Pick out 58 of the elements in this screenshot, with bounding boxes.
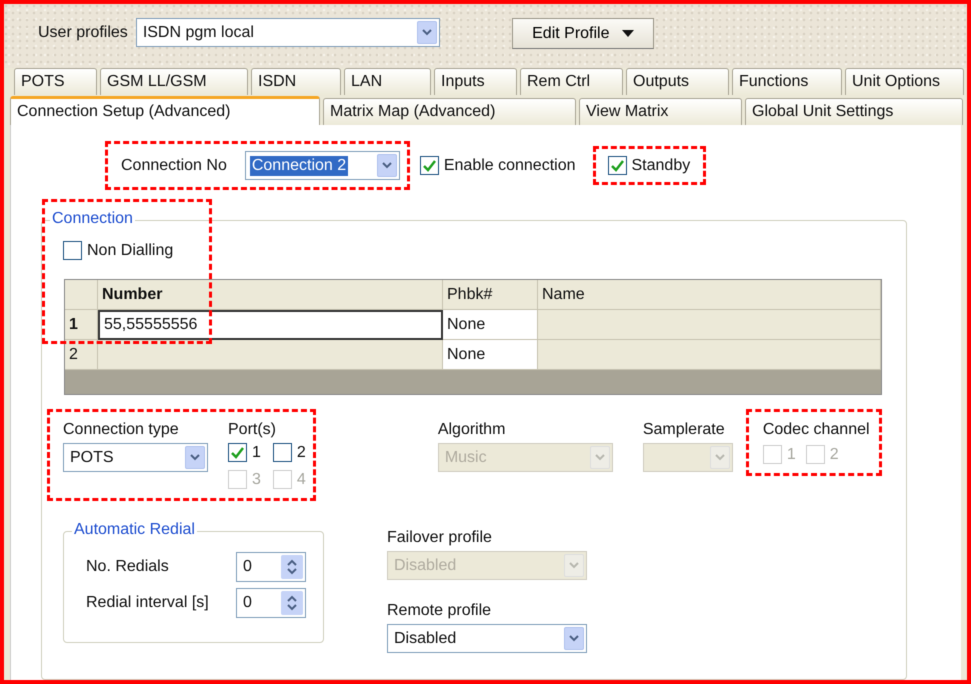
tab[interactable]: Rem Ctrl (520, 68, 623, 95)
checkbox[interactable] (420, 156, 439, 175)
checkbox-label: 1 (252, 444, 261, 462)
tab[interactable]: GSM LL/GSM (100, 68, 248, 95)
connection-type-dropdown[interactable]: POTS (63, 443, 208, 472)
field-label: Codec channel (762, 421, 870, 439)
tab[interactable]: Inputs (434, 68, 517, 95)
checkbox-label: 2 (296, 444, 306, 462)
checkbox-label: 4 (296, 470, 306, 488)
checkbox[interactable] (272, 443, 292, 462)
field-label: Remote profile (387, 602, 492, 620)
checkbox-label: Non Dialling (87, 242, 174, 260)
spinner-icon[interactable] (281, 555, 303, 579)
tab[interactable]: Global Unit Settings (745, 98, 963, 125)
edit-profile-button[interactable]: Edit Profile (512, 18, 654, 49)
tab[interactable]: LAN (344, 68, 431, 95)
spinner-icon[interactable] (281, 591, 303, 615)
checkbox[interactable] (63, 241, 82, 260)
column-header: Phbk# (443, 280, 538, 310)
checkbox-label: 1 (786, 446, 796, 464)
field-label: Failover profile (387, 529, 493, 547)
remote-profile-dropdown[interactable]: Disabled (387, 624, 587, 653)
column-header: Name (538, 280, 881, 310)
field-label: Redial interval [s] (86, 594, 210, 612)
tab[interactable]: Functions (732, 68, 842, 95)
field-label: Port(s) (228, 421, 277, 439)
field-label: No. Redials (86, 558, 170, 576)
field-label: Connection type (63, 421, 180, 439)
spin-field[interactable]: 0 (236, 588, 306, 618)
checkbox-label: Standby (632, 156, 690, 174)
corner-cell (65, 280, 98, 310)
phonebook-cell: None (443, 340, 538, 370)
row-header: 2 (65, 340, 98, 370)
phonebook-cell: None (443, 310, 538, 340)
field-label: Samplerate (642, 421, 726, 439)
spin-field[interactable]: 0 (236, 552, 306, 582)
row-header: 1 (65, 310, 98, 340)
number-cell[interactable] (98, 340, 443, 370)
checkbox-label: 2 (830, 446, 839, 464)
tab[interactable]: Connection Setup (Advanced) (10, 96, 320, 125)
tab[interactable]: View Matrix (579, 98, 742, 125)
field-label: Algorithm (438, 421, 506, 439)
tab[interactable]: ISDN (251, 68, 341, 95)
field-label: Connection No (121, 156, 227, 174)
column-header: Number (98, 280, 443, 310)
checkbox-label: Enable connection (444, 156, 576, 174)
checkbox[interactable] (228, 443, 247, 462)
checkbox[interactable] (608, 156, 626, 175)
tab[interactable]: Matrix Map (Advanced) (323, 98, 576, 125)
field-label: User profiles (38, 24, 128, 42)
caret-icon (622, 30, 634, 37)
number-cell[interactable]: 55,55555556 (98, 310, 443, 340)
connection-dropdown[interactable]: Connection 2 (244, 151, 400, 180)
tab[interactable]: POTS (14, 68, 97, 95)
tab[interactable]: Outputs (626, 68, 729, 95)
tab[interactable]: Unit Options (845, 68, 964, 95)
profile-dropdown[interactable]: ISDN pgm local (136, 18, 440, 47)
checkbox-label: 3 (252, 470, 261, 488)
